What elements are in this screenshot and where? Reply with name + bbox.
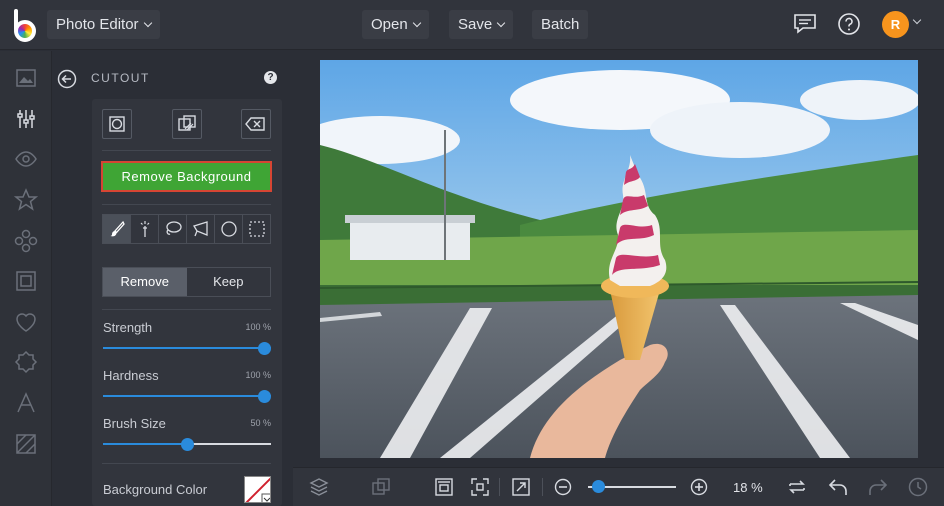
text-icon[interactable] [14,391,38,415]
swap-icon[interactable] [786,476,808,498]
brush-tool-row [102,214,271,244]
open-button[interactable]: Open [362,10,429,39]
app-menu-label: Photo Editor [56,16,139,33]
batch-label: Batch [541,16,580,33]
zoom-level: 18 % [733,480,763,495]
chevron-down-icon [143,18,152,28]
star-icon[interactable] [14,188,38,212]
background-color-label: Background Color [103,482,208,497]
erase-icon [245,117,265,131]
history-icon[interactable] [907,476,929,498]
zoom-out-icon[interactable] [554,478,572,496]
badge-icon[interactable] [14,350,38,374]
hardness-label: Hardness [103,368,159,383]
crop-overlap-icon[interactable] [370,476,392,498]
frame-icon[interactable] [14,269,38,293]
redo-icon[interactable] [867,476,889,498]
lasso-icon [165,221,182,235]
layers-overlap-icon [178,115,196,131]
layers-icon[interactable] [308,476,330,498]
strength-slider-handle[interactable] [258,342,271,355]
strength-label: Strength [103,320,153,335]
brush-icon [110,220,125,237]
strength-slider[interactable] [103,347,271,349]
magic-brush-button[interactable] [131,215,159,243]
target-square-icon [109,116,125,132]
chevron-down-icon [496,18,506,28]
save-label: Save [458,16,493,33]
mode-remove-button[interactable]: Remove [103,268,187,296]
magic-wand-icon [140,221,149,237]
fit-width-icon[interactable] [433,476,455,498]
texture-icon[interactable] [14,432,38,456]
hardness-slider[interactable] [103,395,271,397]
no-color-icon [245,477,270,502]
brush-size-label: Brush Size [103,416,166,431]
brush-size-slider-handle[interactable] [180,438,194,451]
ellipse-tool-button[interactable] [215,215,243,243]
remove-keep-toggle: Remove Keep [102,267,271,297]
app-logo[interactable] [12,9,38,42]
remove-background-button[interactable]: Remove Background [101,161,272,192]
back-arrow-icon[interactable] [57,69,77,89]
heart-icon[interactable] [14,310,38,334]
photo-canvas[interactable] [320,60,918,458]
panel-title: CUTOUT [91,71,150,85]
app-menu-button[interactable]: Photo Editor [47,10,160,39]
invert-selection-button[interactable] [172,109,202,139]
batch-button[interactable]: Batch [532,10,589,39]
marquee-icon [248,221,265,237]
rectangle-tool-button[interactable] [243,215,270,243]
avatar[interactable]: R [882,11,909,38]
divider [102,204,271,205]
divider [499,478,500,496]
polygon-lasso-icon [192,221,208,237]
divider [542,478,543,496]
brush-tool-button[interactable] [103,215,131,243]
brush-size-value: 50 % [250,418,271,428]
hardness-value: 100 % [245,370,271,380]
divider [102,150,271,151]
actual-size-icon[interactable] [510,476,532,498]
help-icon[interactable] [837,12,861,36]
save-button[interactable]: Save [449,10,514,39]
flower-icon[interactable] [14,229,38,253]
feedback-icon[interactable] [793,12,817,36]
sliders-icon[interactable] [14,107,38,131]
clear-selection-button[interactable] [241,109,271,139]
divider [102,309,271,310]
panel-help-icon[interactable]: ? [264,71,277,84]
open-label: Open [371,16,408,33]
ice-cream-photo [320,60,918,458]
eye-icon[interactable] [14,147,38,171]
zoom-slider-handle[interactable] [591,480,605,493]
mode-keep-button[interactable]: Keep [187,268,271,296]
chevron-down-icon [412,18,421,28]
hardness-slider-handle[interactable] [258,390,271,403]
fit-screen-icon[interactable] [469,476,491,498]
select-subject-button[interactable] [102,109,132,139]
circle-icon [220,221,237,237]
zoom-in-icon[interactable] [690,478,708,496]
divider [102,463,271,464]
background-color-swatch[interactable] [244,476,271,503]
polygon-tool-button[interactable] [187,215,215,243]
image-icon[interactable] [14,66,38,90]
lasso-tool-button[interactable] [159,215,187,243]
strength-value: 100 % [245,322,271,332]
undo-icon[interactable] [827,476,849,498]
